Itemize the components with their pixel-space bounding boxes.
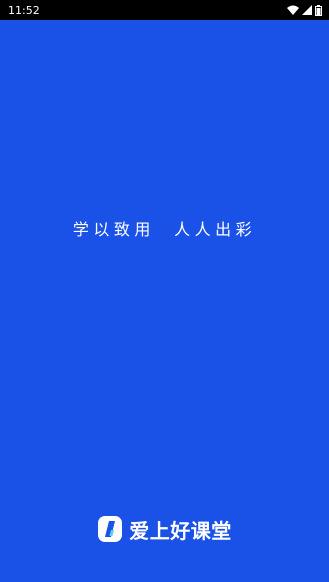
status-bar: 11:52 (0, 0, 329, 20)
status-icons (287, 4, 322, 16)
brand-lockup: 爱上好课堂 (0, 514, 329, 544)
brand-logo-icon (98, 516, 123, 542)
splash-slogan: 学以致用 人人出彩 (72, 220, 257, 239)
wifi-icon (287, 5, 299, 15)
status-time: 11:52 (8, 3, 40, 17)
splash-screen: 11:52 学以致用 人人出彩 爱上好课堂 (0, 0, 329, 582)
battery-icon (315, 4, 322, 16)
brand-name: 爱上好课堂 (129, 518, 232, 543)
cellular-signal-icon (302, 5, 312, 15)
